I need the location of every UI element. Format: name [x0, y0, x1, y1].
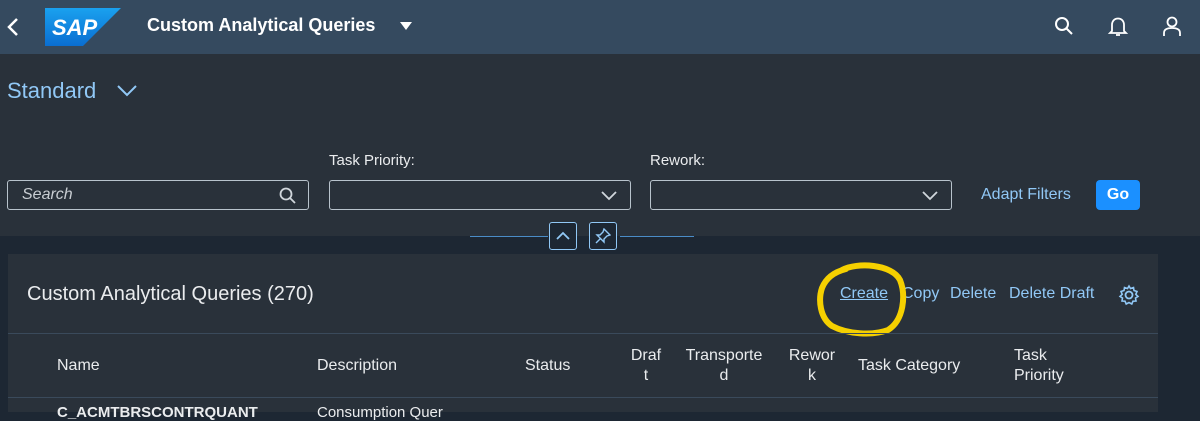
chevron-down-icon[interactable] — [921, 190, 939, 202]
highlight-circle — [817, 262, 907, 337]
delete-draft-button[interactable]: Delete Draft — [1009, 285, 1094, 303]
column-description[interactable]: Description — [317, 356, 397, 376]
column-status[interactable]: Status — [525, 356, 570, 376]
column-name[interactable]: Name — [57, 356, 100, 376]
column-rework-line2: k — [808, 367, 816, 384]
search-placeholder: Search — [22, 186, 73, 203]
column-transported-line1: Transporte — [685, 347, 763, 364]
task-priority-label: Task Priority: — [329, 152, 415, 169]
search-icon[interactable] — [1052, 14, 1076, 38]
column-draft[interactable]: Draf t — [626, 346, 666, 386]
user-icon[interactable] — [1160, 14, 1184, 38]
row-name[interactable]: C_ACMTBRSCONTRQUANT — [57, 404, 297, 421]
delete-button[interactable]: Delete — [950, 285, 996, 303]
column-rework[interactable]: Rewor k — [783, 346, 841, 386]
task-priority-select[interactable] — [329, 180, 631, 210]
column-draft-line2: t — [643, 367, 649, 384]
logo-text: SAP — [52, 15, 98, 40]
variant-selector[interactable]: Standard — [7, 78, 96, 104]
gear-icon[interactable] — [1118, 284, 1140, 306]
row-description: Consumption Quer — [317, 404, 443, 421]
chevron-up-icon — [556, 231, 570, 240]
column-rework-line1: Rewor — [788, 347, 836, 364]
chevron-down-icon[interactable] — [116, 84, 138, 98]
back-icon[interactable] — [4, 14, 24, 40]
caret-down-icon[interactable] — [399, 21, 413, 31]
sap-logo[interactable]: SAP — [45, 8, 121, 46]
rework-label: Rework: — [650, 152, 706, 169]
column-draft-line1: Draf — [630, 347, 662, 364]
adapt-filters-button[interactable]: Adapt Filters — [981, 186, 1071, 204]
collapse-header-button[interactable] — [549, 222, 577, 250]
search-input[interactable]: Search — [7, 180, 309, 210]
column-task-priority[interactable]: Task Priority — [1014, 346, 1064, 386]
chevron-down-icon[interactable] — [600, 190, 618, 202]
bell-icon[interactable] — [1106, 14, 1130, 38]
column-task-priority-line1: Task — [1014, 347, 1047, 364]
header-divider — [620, 236, 694, 237]
pin-header-button[interactable] — [589, 222, 617, 250]
column-task-category[interactable]: Task Category — [858, 356, 960, 376]
rework-select[interactable] — [650, 180, 952, 210]
header-separator — [8, 333, 1158, 334]
pin-icon — [595, 228, 611, 244]
table-title: Custom Analytical Queries (270) — [27, 283, 314, 305]
row-separator — [8, 397, 1158, 398]
go-button[interactable]: Go — [1096, 180, 1140, 210]
column-transported-line2: d — [719, 367, 729, 384]
column-transported[interactable]: Transporte d — [678, 346, 770, 386]
app-title[interactable]: Custom Analytical Queries — [147, 15, 375, 36]
search-icon[interactable] — [278, 186, 298, 206]
shell-bar: SAP Custom Analytical Queries — [0, 0, 1200, 54]
header-divider — [470, 236, 548, 237]
column-task-priority-line2: Priority — [1014, 367, 1064, 384]
